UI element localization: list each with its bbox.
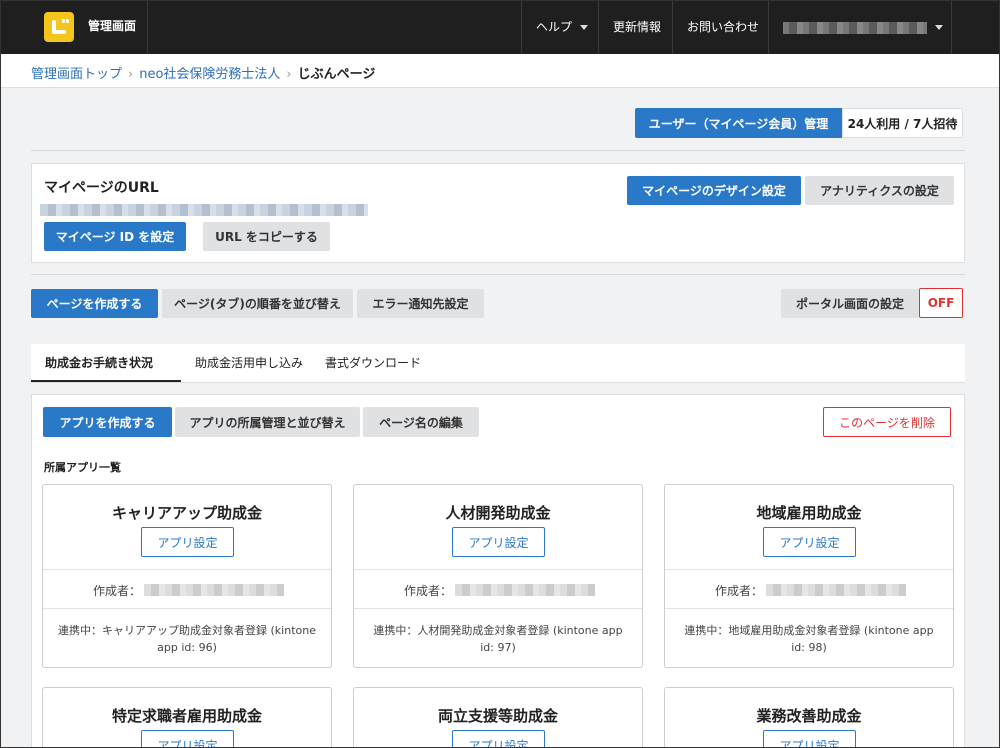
- breadcrumb-org[interactable]: neo社会保険労務士法人: [139, 67, 280, 82]
- app-author-row: 作成者：: [665, 569, 953, 609]
- nav-updates-label: 更新情報: [613, 20, 662, 34]
- app-settings-button[interactable]: アプリ設定: [141, 527, 234, 557]
- app-author-row: 作成者：: [43, 569, 331, 609]
- analytics-settings-button[interactable]: アナリティクスの設定: [805, 176, 954, 205]
- user-menu[interactable]: [768, 0, 952, 54]
- nav-help-label: ヘルプ: [536, 20, 573, 34]
- app-author-row: 作成者：: [354, 569, 642, 609]
- app-linked-status: 連携中：人材開発助成金対象者登録 (kintone app id: 97): [373, 624, 623, 654]
- author-label: 作成者：: [715, 584, 764, 598]
- nav-updates[interactable]: 更新情報: [598, 0, 675, 54]
- mypage-url-redacted: [40, 204, 368, 216]
- chevron-down-icon: [935, 25, 943, 30]
- app-title: 業務改善助成金: [756, 707, 862, 725]
- tab-form-download[interactable]: 書式ダウンロード: [311, 344, 435, 382]
- app-settings-button[interactable]: アプリ設定: [452, 730, 545, 748]
- app-card: 業務改善助成金 アプリ設定: [664, 687, 954, 748]
- nav-contact-label: お問い合わせ: [687, 20, 760, 34]
- author-label: 作成者：: [404, 584, 453, 598]
- user-name-redacted: [783, 21, 927, 34]
- app-title: 人材開発助成金: [445, 504, 551, 522]
- create-page-button[interactable]: ページを作成する: [31, 289, 158, 318]
- chevron-down-icon: [580, 25, 589, 30]
- app-title: 地域雇用助成金: [756, 504, 862, 522]
- mypage-url-card: マイページのURL マイページ ID を設定 URL をコピーする マイページの…: [31, 163, 965, 263]
- author-label: 作成者：: [93, 584, 142, 598]
- create-app-button[interactable]: アプリを作成する: [43, 407, 172, 437]
- app-settings-button[interactable]: アプリ設定: [141, 730, 234, 748]
- app-linked-status: 連携中：キャリアアップ助成金対象者登録 (kintone app id: 96): [58, 624, 316, 654]
- app-title: 両立支援等助成金: [437, 707, 558, 725]
- breadcrumb-separator: ›: [286, 67, 292, 82]
- app-card: 人材開発助成金 アプリ設定 作成者： 連携中：人材開発助成金対象者登録 (kin…: [353, 484, 643, 668]
- manage-apps-button[interactable]: アプリの所属管理と並び替え: [175, 407, 360, 437]
- app-settings-button[interactable]: アプリ設定: [763, 527, 856, 557]
- app-title: 管理画面: [88, 19, 137, 33]
- member-management-button[interactable]: ユーザー（マイページ会員）管理: [635, 108, 842, 138]
- app-card: 地域雇用助成金 アプリ設定 作成者： 連携中：地域雇用助成金対象者登録 (kin…: [664, 484, 954, 668]
- apps-heading: 所属アプリ一覧: [44, 461, 121, 474]
- copy-url-button[interactable]: URL をコピーする: [203, 222, 330, 251]
- reorder-pages-button[interactable]: ページ(タブ)の順番を並び替え: [162, 289, 353, 318]
- mypage-url-title: マイページのURL: [44, 180, 159, 196]
- app-settings-button[interactable]: アプリ設定: [452, 527, 545, 557]
- logo-icon: [44, 12, 74, 42]
- top-navbar: 管理画面 ヘルプ 更新情報 お問い合わせ: [0, 0, 1000, 54]
- page-tabs: 助成金お手続き状況 助成金活用申し込み 書式ダウンロード: [31, 344, 965, 383]
- divider: [31, 274, 965, 275]
- app-card: 特定求職者雇用助成金 アプリ設定: [42, 687, 332, 748]
- app-card: キャリアアップ助成金 アプリ設定 作成者： 連携中：キャリアアップ助成金対象者登…: [42, 484, 332, 668]
- breadcrumb-home[interactable]: 管理画面トップ: [31, 67, 122, 82]
- nav-help[interactable]: ヘルプ: [521, 0, 602, 54]
- tab-subsidy-application[interactable]: 助成金活用申し込み: [181, 344, 317, 382]
- member-count-badge: 24人利用 / 7人招待: [842, 108, 963, 138]
- delete-page-button[interactable]: このページを削除: [823, 407, 951, 437]
- mypage-design-button[interactable]: マイページのデザイン設定: [627, 176, 801, 205]
- app-title: 特定求職者雇用助成金: [111, 707, 262, 725]
- author-name-redacted: [144, 584, 284, 596]
- brand[interactable]: 管理画面: [0, 0, 148, 54]
- breadcrumb-separator: ›: [128, 67, 134, 82]
- app-settings-button[interactable]: アプリ設定: [763, 730, 856, 748]
- divider: [31, 150, 965, 151]
- author-name-redacted: [766, 584, 906, 596]
- tab-subsidy-status[interactable]: 助成金お手続き状況: [31, 344, 181, 382]
- breadcrumb: 管理画面トップ › neo社会保険労務士法人 › じぶんページ: [0, 54, 1000, 88]
- portal-settings-button[interactable]: ポータル画面の設定: [781, 289, 919, 318]
- portal-toggle[interactable]: OFF: [919, 288, 963, 318]
- breadcrumb-current: じぶんページ: [297, 67, 376, 82]
- app-linked-status: 連携中：地域雇用助成金対象者登録 (kintone app id: 98): [684, 624, 934, 654]
- author-name-redacted: [455, 584, 595, 596]
- nav-contact[interactable]: お問い合わせ: [672, 0, 773, 54]
- app-title: キャリアアップ助成金: [111, 504, 262, 522]
- rename-page-button[interactable]: ページ名の編集: [363, 407, 479, 437]
- app-card: 両立支援等助成金 アプリ設定: [353, 687, 643, 748]
- set-mypage-id-button[interactable]: マイページ ID を設定: [44, 222, 186, 251]
- error-notification-button[interactable]: エラー通知先設定: [357, 289, 484, 318]
